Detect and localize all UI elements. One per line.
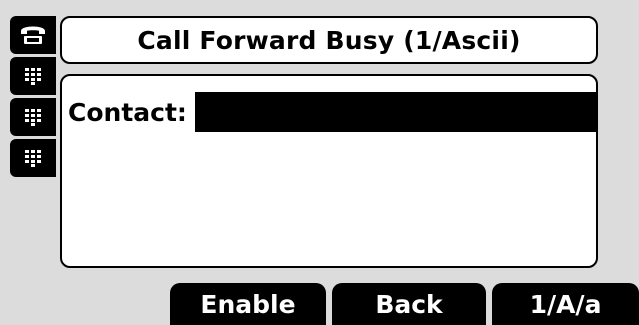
content-panel: Contact: bbox=[60, 74, 598, 268]
keypad-icon bbox=[24, 108, 42, 126]
line-key-column bbox=[10, 16, 56, 180]
title-bar: Call Forward Busy (1/Ascii) bbox=[60, 16, 598, 64]
enable-button[interactable]: Enable bbox=[170, 283, 326, 325]
line-key-4[interactable] bbox=[10, 139, 56, 177]
line-key-3[interactable] bbox=[10, 98, 56, 136]
softkey-bar: Enable Back 1/A/a bbox=[170, 283, 639, 325]
contact-label: Contact: bbox=[68, 97, 187, 127]
keypad-icon bbox=[24, 67, 42, 85]
contact-field[interactable] bbox=[194, 92, 596, 132]
back-button[interactable]: Back bbox=[332, 283, 486, 325]
page-title: Call Forward Busy (1/Ascii) bbox=[137, 25, 521, 55]
line-key-2[interactable] bbox=[10, 57, 56, 95]
line-key-1[interactable] bbox=[10, 16, 56, 54]
keypad-icon bbox=[24, 149, 42, 167]
handset-icon bbox=[18, 22, 48, 48]
input-mode-button[interactable]: 1/A/a bbox=[492, 283, 639, 325]
contact-row: Contact: bbox=[68, 92, 596, 132]
